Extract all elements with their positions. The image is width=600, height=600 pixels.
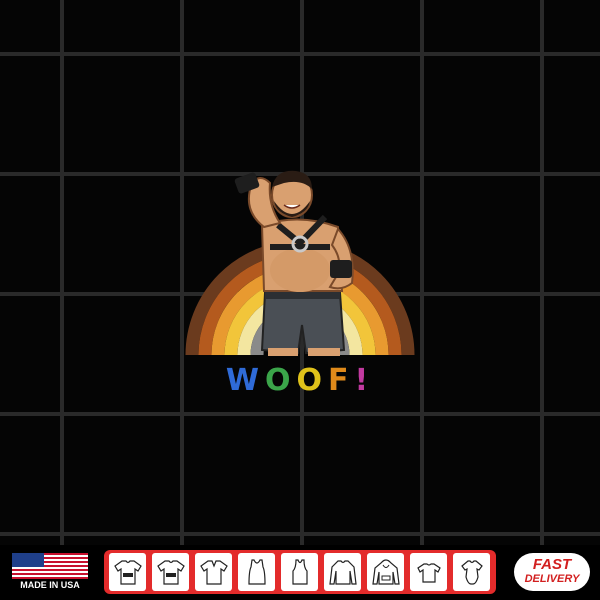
woof-design: WOOF! [180, 165, 420, 398]
woof-caption: WOOF! [180, 363, 420, 398]
hoodie-icon[interactable] [367, 553, 404, 591]
made-in-usa-label: MADE IN USA [20, 580, 80, 590]
caption-letter: O [296, 363, 328, 398]
caption-letter: ! [354, 363, 375, 398]
tank-top-icon[interactable] [238, 553, 275, 591]
caption-letter: O [264, 363, 297, 398]
tshirt-classic-icon[interactable] [109, 553, 146, 591]
baby-onesie-icon[interactable] [453, 553, 490, 591]
kids-tshirt-icon[interactable] [410, 553, 447, 591]
caption-letter: F [327, 363, 355, 398]
tshirt-premium-icon[interactable] [152, 553, 189, 591]
delivery-label: DELIVERY [524, 573, 580, 585]
caption-letter: W [225, 363, 265, 398]
long-sleeve-icon[interactable] [324, 553, 361, 591]
racerback-tank-icon[interactable] [281, 553, 318, 591]
rainbow-illustration [185, 170, 415, 356]
fast-delivery-badge: FAST DELIVERY [514, 553, 590, 591]
tshirt-vneck-icon[interactable] [195, 553, 232, 591]
fast-label: FAST [532, 556, 572, 573]
product-types-strip [104, 550, 496, 594]
